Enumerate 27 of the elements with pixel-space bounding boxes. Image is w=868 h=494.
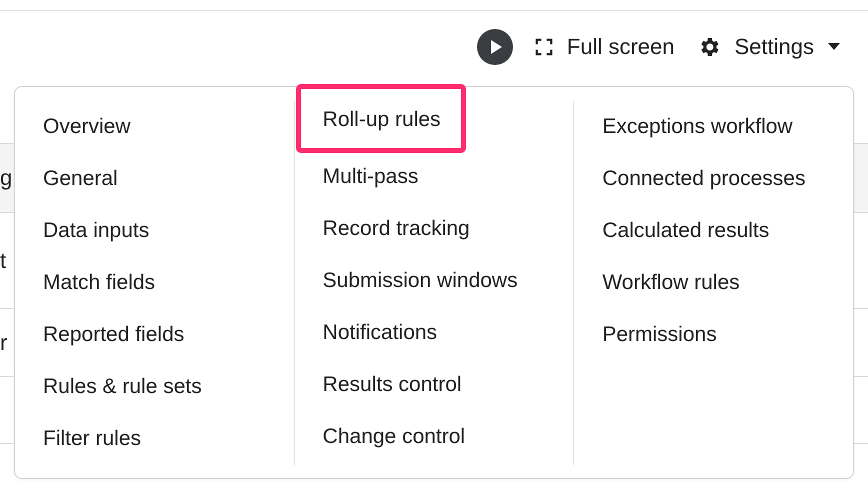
menu-item[interactable]: Notifications [322, 307, 438, 359]
menu-item[interactable]: Workflow rules [602, 257, 740, 309]
menu-item[interactable]: Overview [43, 101, 131, 153]
menu-item[interactable]: Multi-pass [322, 151, 418, 203]
menu-item[interactable]: Reported fields [43, 309, 184, 361]
table-cell-text: r [0, 330, 8, 356]
caret-icon [828, 43, 840, 51]
menu-item[interactable]: Connected processes [602, 153, 806, 205]
menu-item[interactable]: Record tracking [322, 203, 470, 255]
menu-item[interactable]: Match fields [43, 257, 156, 309]
menu-item[interactable]: Exceptions workflow [602, 101, 793, 153]
table-header-cell-text: g [0, 165, 14, 191]
settings-button[interactable]: Settings [696, 34, 840, 60]
play-icon[interactable] [476, 29, 513, 65]
full-screen-button[interactable]: Full screen [534, 34, 674, 60]
menu-item[interactable]: Filter rules [43, 413, 142, 465]
menu-item[interactable]: Calculated results [602, 205, 770, 257]
menu-item[interactable]: Change control [322, 411, 466, 463]
menu-item[interactable]: Data inputs [43, 205, 150, 257]
menu-item[interactable]: General [43, 153, 118, 205]
menu-item[interactable]: Permissions [602, 309, 717, 361]
expand-icon [534, 38, 553, 56]
table-cell-text: t [0, 248, 8, 274]
menu-item[interactable]: Submission windows [322, 255, 518, 307]
menu-item[interactable]: Roll-up rules [296, 84, 466, 153]
menu-item[interactable]: Rules & rule sets [43, 361, 202, 413]
menu-item[interactable]: Results control [322, 359, 462, 411]
